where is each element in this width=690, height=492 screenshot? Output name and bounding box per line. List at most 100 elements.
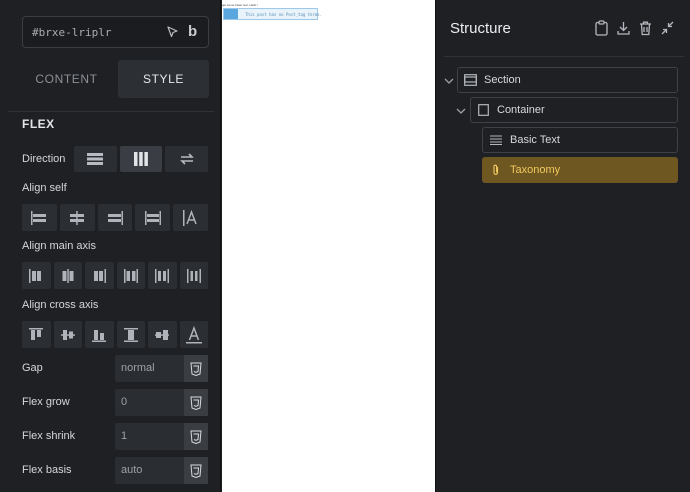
collapse-icon[interactable] [660, 20, 675, 36]
tree-node-label: Section [484, 74, 521, 86]
css3-icon[interactable] [184, 389, 208, 416]
divider [444, 56, 684, 57]
align-cross-axis-label: Align cross axis [22, 299, 99, 311]
reverse-arrows-icon [179, 153, 194, 165]
align-items-center-icon [60, 329, 75, 340]
align-main-axis-control [22, 262, 208, 289]
tree-node-label: Container [497, 104, 545, 116]
align-items-baseline-button[interactable] [179, 321, 208, 348]
download-icon[interactable] [616, 20, 631, 36]
taxonomy-notice[interactable]: This post has no Post_tag terms. [223, 8, 322, 20]
canvas-basic-text[interactable]: get some basic text. Hello ! [222, 3, 258, 7]
flex-grow-label: Flex grow [22, 396, 70, 408]
baseline-a-icon [185, 325, 202, 343]
align-self-label: Align self [22, 182, 67, 194]
justify-end-icon [94, 268, 107, 283]
cursor-pointer-icon[interactable] [166, 25, 180, 39]
align-items-center-alt-button[interactable] [148, 321, 177, 348]
align-self-stretch-button[interactable] [135, 204, 171, 231]
rows-icon [87, 153, 104, 165]
justify-between-button[interactable] [116, 262, 145, 289]
text-lines-icon [490, 135, 502, 145]
align-items-end-button[interactable] [85, 321, 114, 348]
justify-around-button[interactable] [148, 262, 177, 289]
flex-shrink-value: 1 [121, 430, 128, 442]
baseline-a-icon [182, 209, 197, 226]
direction-column-button[interactable] [119, 146, 163, 172]
justify-start-button[interactable] [22, 262, 51, 289]
align-items-stretch-icon [123, 327, 138, 342]
align-end-icon [107, 210, 123, 225]
flex-shrink-input[interactable]: 1 [115, 423, 208, 450]
align-center-icon [70, 210, 85, 225]
justify-around-icon [155, 268, 170, 283]
align-stretch-icon [144, 210, 161, 225]
tree-node-taxonomy[interactable]: Taxonomy [482, 157, 678, 183]
flex-section-title[interactable]: FLEX [22, 117, 55, 131]
bricks-logo-icon[interactable]: b [188, 23, 197, 40]
align-items-start-button[interactable] [22, 321, 51, 348]
element-id-field[interactable]: #brxe-lriplr b [22, 16, 209, 48]
direction-control [74, 146, 209, 172]
align-main-axis-label: Align main axis [22, 240, 96, 252]
paperclip-icon [493, 164, 499, 175]
align-start-icon [31, 210, 47, 225]
css3-icon[interactable] [184, 355, 208, 382]
flex-grow-input[interactable]: 0 [115, 389, 208, 416]
gap-value: normal [121, 362, 155, 374]
align-items-start-icon [29, 327, 44, 340]
structure-toolbar [594, 20, 675, 36]
trash-icon[interactable] [638, 20, 653, 36]
tree-node-container[interactable]: Container [470, 97, 678, 123]
justify-evenly-icon [186, 268, 201, 283]
panel-tabs: CONTENT STYLE [8, 60, 214, 98]
align-items-middle-icon [155, 329, 170, 340]
columns-icon [134, 152, 148, 166]
flex-basis-input[interactable]: auto [115, 457, 208, 484]
clipboard-icon[interactable] [594, 20, 609, 36]
tree-node-label: Taxonomy [510, 164, 561, 176]
align-items-end-icon [92, 329, 107, 342]
align-self-end-button[interactable] [97, 204, 133, 231]
notice-text: This post has no Post_tag terms. [245, 12, 323, 17]
justify-start-icon [29, 268, 42, 283]
style-panel: #brxe-lriplr b CONTENT STYLE FLEX Direct… [0, 0, 221, 492]
align-self-start-button[interactable] [22, 204, 57, 231]
align-self-baseline-button[interactable] [173, 204, 208, 231]
tab-style[interactable]: STYLE [118, 60, 209, 98]
structure-title: Structure [450, 20, 511, 37]
tree-node-section[interactable]: Section [457, 67, 678, 93]
align-self-control [22, 204, 208, 231]
justify-center-button[interactable] [53, 262, 82, 289]
align-cross-axis-control [22, 321, 208, 348]
tree-node-label: Basic Text [510, 134, 560, 146]
section-icon [464, 74, 477, 86]
structure-panel: Structure Section Container Basic Text T… [435, 0, 690, 492]
chevron-down-icon[interactable] [444, 76, 454, 86]
justify-evenly-button[interactable] [179, 262, 208, 289]
direction-reverse-button[interactable] [165, 146, 209, 172]
divider [8, 111, 214, 112]
chevron-down-icon[interactable] [456, 106, 466, 116]
preview-canvas[interactable]: get some basic text. Hello ! This post h… [222, 0, 435, 492]
align-items-stretch-button[interactable] [116, 321, 145, 348]
justify-center-icon [62, 268, 74, 283]
tree-node-basic-text[interactable]: Basic Text [482, 127, 678, 153]
flex-basis-value: auto [121, 464, 143, 476]
direction-label: Direction [22, 153, 66, 165]
notice-info-bar [224, 9, 238, 19]
element-id-text: #brxe-lriplr [32, 26, 112, 39]
justify-end-button[interactable] [85, 262, 114, 289]
css3-icon[interactable] [184, 423, 208, 450]
direction-row-button[interactable] [74, 146, 117, 172]
tab-content[interactable]: CONTENT [21, 60, 112, 98]
gap-label: Gap [22, 362, 43, 374]
css3-icon[interactable] [184, 457, 208, 484]
container-icon [478, 104, 489, 116]
flex-grow-value: 0 [121, 396, 128, 408]
flex-basis-label: Flex basis [22, 464, 72, 476]
gap-input[interactable]: normal [115, 355, 208, 382]
justify-between-icon [123, 268, 138, 283]
align-items-center-button[interactable] [53, 321, 82, 348]
align-self-center-button[interactable] [59, 204, 95, 231]
